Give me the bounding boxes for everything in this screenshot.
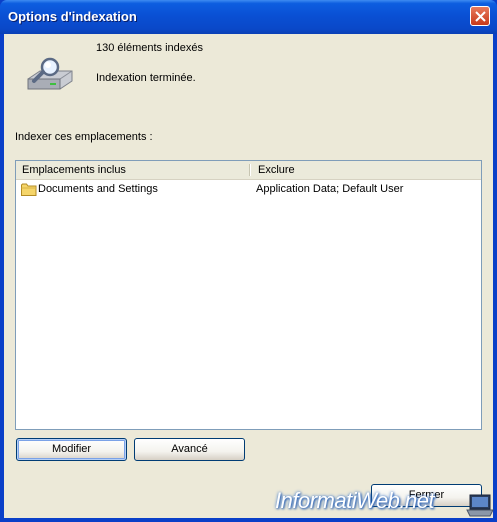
column-header-included[interactable]: Emplacements inclus xyxy=(16,161,250,179)
title-bar[interactable]: Options d'indexation xyxy=(0,0,497,34)
modify-button[interactable]: Modifier xyxy=(16,438,127,461)
search-drive-icon xyxy=(27,57,73,90)
column-header-exclude[interactable]: Exclure xyxy=(252,161,481,179)
excluded-locations: Application Data; Default User xyxy=(256,183,404,195)
window-title: Options d'indexation xyxy=(8,9,137,24)
close-icon xyxy=(475,11,486,22)
indexed-count: 130 éléments indexés xyxy=(96,42,204,54)
folder-icon xyxy=(21,183,37,196)
list-header: Emplacements inclus Exclure xyxy=(16,161,481,180)
close-window-button[interactable] xyxy=(470,6,490,26)
included-location: Documents and Settings xyxy=(38,183,158,195)
watermark: InformatiWeb.net xyxy=(275,488,435,513)
advanced-button[interactable]: Avancé xyxy=(134,438,245,461)
column-separator[interactable] xyxy=(249,164,251,176)
locations-label: Indexer ces emplacements : xyxy=(15,131,153,143)
indexing-status: Indexation terminée. xyxy=(96,72,196,84)
locations-list[interactable]: Emplacements inclus Exclure Documents an… xyxy=(15,160,482,430)
list-item[interactable]: Documents and Settings Application Data;… xyxy=(16,181,481,198)
dialog-body: 130 éléments indexés Indexation terminée… xyxy=(4,34,493,518)
indexing-options-window: Options d'indexation 130 éléments indexé… xyxy=(0,0,497,522)
laptop-icon xyxy=(466,494,494,517)
